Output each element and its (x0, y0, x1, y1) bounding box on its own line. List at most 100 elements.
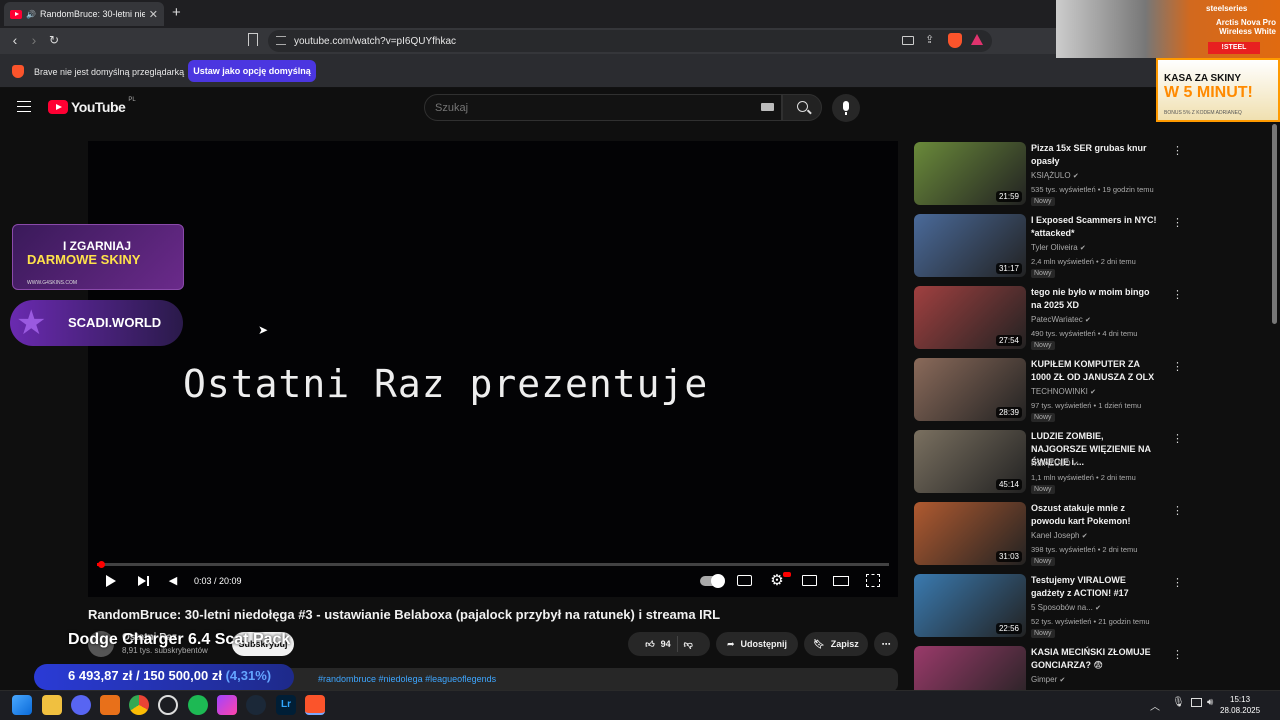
related-view-meta: 535 tys. wyświetleń • 19 godzin temu (1031, 185, 1154, 194)
video-thumbnail[interactable]: 45:14 (914, 430, 1026, 493)
fullscreen-icon[interactable] (866, 574, 880, 587)
related-video-item[interactable]: 31:03 Oszust atakuje mnie z powodu kart P… (914, 502, 1183, 570)
taskbar-clock[interactable]: 15:13 28.08.2025 (1220, 694, 1260, 716)
more-options-icon[interactable]: ⋮ (1172, 648, 1183, 661)
related-channel-name[interactable]: TECHNOWINKI ✔ (1031, 387, 1096, 396)
more-options-icon[interactable]: ⋮ (1172, 288, 1183, 301)
youtube-play-icon (48, 100, 68, 114)
related-video-title[interactable]: KUPIŁEM KOMPUTER ZA 1000 ZŁ OD JANUSZA Z… (1031, 358, 1161, 384)
related-channel-name[interactable]: KSIĄŻULO ✔ (1031, 459, 1079, 468)
next-button[interactable] (134, 572, 152, 590)
related-video-title[interactable]: KASIA MECIŃSKI ZŁOMUJE GONCIARZA? 😨 (1031, 646, 1161, 672)
scrollbar[interactable] (1272, 124, 1277, 324)
duration-badge: 21:59 (995, 191, 1022, 202)
related-video-item[interactable]: 21:59 Pizza 15x SER grubas knur opasły KSI… (914, 142, 1183, 210)
miniplayer-icon[interactable] (802, 575, 817, 586)
related-video-title[interactable]: I Exposed Scammers in NYC! *attacked* (1031, 214, 1161, 240)
steam-icon[interactable] (246, 695, 266, 715)
start-windows-icon[interactable] (12, 695, 32, 715)
more-options-icon[interactable]: ⋮ (1172, 576, 1183, 589)
set-default-button[interactable]: Ustaw jako opcję domyślną (188, 60, 316, 82)
like-button[interactable]: 👍︎ 94 (645, 639, 670, 650)
related-channel-name[interactable]: KSIĄŻULO ✔ (1031, 171, 1079, 180)
site-settings-icon[interactable] (276, 36, 286, 45)
related-channel-name[interactable]: Kanel Joseph ✔ (1031, 531, 1088, 540)
youtube-logo[interactable]: YouTube PL (48, 97, 136, 115)
aimp-icon[interactable] (100, 695, 120, 715)
video-thumbnail[interactable]: 27:54 (914, 286, 1026, 349)
more-options-icon[interactable]: ⋮ (1172, 504, 1183, 517)
spotify-icon[interactable] (188, 695, 208, 715)
save-label: Zapisz (830, 639, 859, 649)
progress-bar[interactable] (97, 563, 889, 566)
related-video-title[interactable]: Pizza 15x SER grubas knur opasły (1031, 142, 1161, 168)
scrubber-handle[interactable] (98, 561, 105, 568)
thumbs-down-icon[interactable]: 👎︎ (684, 639, 693, 650)
video-thumbnail[interactable]: 31:17 (914, 214, 1026, 277)
app-icon[interactable] (217, 695, 237, 715)
video-thumbnail[interactable]: 22:56 (914, 574, 1026, 637)
more-options-icon[interactable]: ⋮ (1172, 360, 1183, 373)
keyboard-icon[interactable] (761, 103, 774, 111)
search-input[interactable] (424, 94, 782, 121)
more-options-icon[interactable]: ⋮ (1172, 144, 1183, 157)
related-video-item[interactable]: 22:56 Testujemy VIRALOWE gadżety z ACTION… (914, 574, 1183, 642)
brave-shields-icon[interactable] (948, 33, 962, 48)
browser-tab[interactable]: 🔊 RandomBruce: 30-letni niedo ✕ (4, 2, 164, 26)
brave-taskbar-icon[interactable] (305, 695, 325, 715)
cast-icon[interactable] (902, 36, 914, 45)
related-video-title[interactable]: tego nie było w moim bingo na 2025 XD (1031, 286, 1161, 312)
related-channel-name[interactable]: 5 Sposobów na... ✔ (1031, 603, 1101, 612)
new-tab-button[interactable]: + (172, 4, 181, 21)
related-channel-name[interactable]: Tyler Oliveira ✔ (1031, 243, 1086, 252)
voice-search-button[interactable] (832, 94, 860, 122)
video-thumbnail[interactable]: 28:39 (914, 358, 1026, 421)
volume-icon[interactable]: ◀ (164, 572, 182, 590)
share-button[interactable]: ➦ Udostępnij (716, 632, 798, 656)
share-icon[interactable]: ⇪ (925, 33, 934, 46)
file-explorer-icon[interactable] (42, 695, 62, 715)
more-options-icon[interactable]: ⋮ (1172, 216, 1183, 229)
mic-icon (843, 101, 849, 111)
menu-icon[interactable] (17, 101, 31, 112)
search-button[interactable] (782, 94, 822, 121)
description-tags[interactable]: #randombruce #niedolega #leagueoflegends (318, 674, 496, 684)
related-channel-name[interactable]: PatecWariatec ✔ (1031, 315, 1091, 324)
back-icon[interactable]: ‹ (6, 32, 24, 48)
related-view-meta: 1,1 mln wyświetleń • 2 dni temu (1031, 473, 1136, 482)
tray-mic-icon[interactable]: 🎙︎ (1172, 697, 1185, 708)
close-tab-icon[interactable]: ✕ (149, 8, 158, 21)
chrome-icon[interactable] (129, 695, 149, 715)
more-options-icon[interactable]: ⋮ (1172, 432, 1183, 445)
related-video-item[interactable]: 28:39 KUPIŁEM KOMPUTER ZA 1000 ZŁ OD JANU… (914, 358, 1183, 426)
obs-icon[interactable] (158, 695, 178, 715)
tray-display-icon[interactable] (1191, 698, 1202, 707)
discord-icon[interactable] (71, 695, 91, 715)
video-thumbnail[interactable]: 31:03 (914, 502, 1026, 565)
more-actions-icon[interactable]: ⋯ (874, 632, 898, 656)
address-bar[interactable]: youtube.com/watch?v=pI6QUYfhkac (268, 30, 992, 52)
new-badge: Nowy (1031, 485, 1055, 494)
related-video-item[interactable]: 27:54 tego nie było w moim bingo na 2025 … (914, 286, 1183, 354)
tray-volume-icon[interactable]: 🔊︎ (1207, 697, 1213, 708)
related-video-title[interactable]: Testujemy VIRALOWE gadżety z ACTION! #17 (1031, 574, 1161, 600)
reload-icon[interactable]: ↻ (45, 33, 63, 47)
theater-mode-icon[interactable] (833, 576, 849, 586)
verified-check-icon: ✔ (1081, 533, 1088, 540)
subtitles-icon[interactable] (737, 575, 752, 586)
save-bookmark-icon: 🔖︎ (813, 638, 825, 649)
play-button[interactable] (102, 572, 120, 590)
related-video-item[interactable]: 45:14 LUDZIE ZOMBIE, NAJGORSZE WIĘZIENIE … (914, 430, 1183, 498)
brave-rewards-icon[interactable] (971, 34, 983, 45)
tray-chevron-icon[interactable]: ︿ (1150, 698, 1160, 713)
video-thumbnail[interactable]: 21:59 (914, 142, 1026, 205)
related-video-title[interactable]: Oszust atakuje mnie z powodu kart Pokemo… (1031, 502, 1161, 528)
save-button[interactable]: 🔖︎ Zapisz (804, 632, 868, 656)
bookmark-icon[interactable] (248, 33, 258, 46)
related-channel-name[interactable]: Gimper ✔ (1031, 675, 1065, 684)
forward-icon[interactable]: › (25, 32, 43, 48)
lightroom-icon[interactable]: Lr (276, 695, 296, 715)
verified-check-icon: ✔ (1079, 245, 1086, 252)
autoplay-toggle[interactable] (700, 574, 725, 588)
related-video-item[interactable]: 31:17 I Exposed Scammers in NYC! *attacke… (914, 214, 1183, 282)
